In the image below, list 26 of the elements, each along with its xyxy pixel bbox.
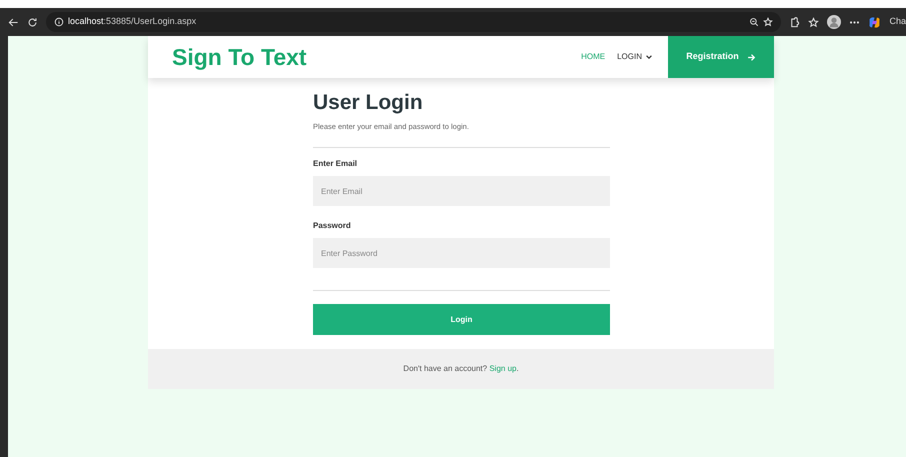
profile-icon[interactable] bbox=[827, 15, 842, 29]
registration-button[interactable]: Registration bbox=[668, 36, 774, 78]
page-title: User Login bbox=[313, 90, 424, 116]
copilot-icon[interactable] bbox=[868, 16, 882, 28]
input-field[interactable]: Enter Password bbox=[313, 238, 610, 268]
input-field[interactable]: Enter Email bbox=[313, 176, 610, 206]
star-icon[interactable] bbox=[763, 17, 774, 27]
field-label: Password bbox=[313, 220, 352, 232]
nav-link[interactable]: HOME bbox=[575, 51, 612, 63]
chevron-down-icon bbox=[646, 54, 652, 60]
signup-link[interactable]: Sign up bbox=[489, 364, 516, 374]
arrow-right-icon bbox=[746, 52, 756, 62]
copilot-label[interactable]: Cha bbox=[889, 15, 906, 29]
url-text: localhost:53885/UserLogin.aspx bbox=[68, 15, 196, 28]
zoom-icon[interactable] bbox=[749, 17, 760, 27]
extensions-icon[interactable] bbox=[789, 16, 800, 28]
brand-logo[interactable]: Sign To Text bbox=[148, 40, 307, 74]
reload-icon[interactable] bbox=[27, 16, 38, 28]
nav-dropdown[interactable]: LOGIN bbox=[611, 51, 658, 63]
favorites-icon[interactable] bbox=[808, 16, 820, 28]
login-button[interactable]: Login bbox=[313, 304, 610, 336]
address-bar[interactable]: localhost:53885/UserLogin.aspx bbox=[46, 12, 782, 32]
field-label: Enter Email bbox=[313, 158, 358, 170]
info-icon bbox=[54, 17, 64, 27]
signup-prompt: Don't have an account? Sign up. bbox=[403, 363, 519, 376]
back-icon[interactable] bbox=[8, 16, 19, 28]
